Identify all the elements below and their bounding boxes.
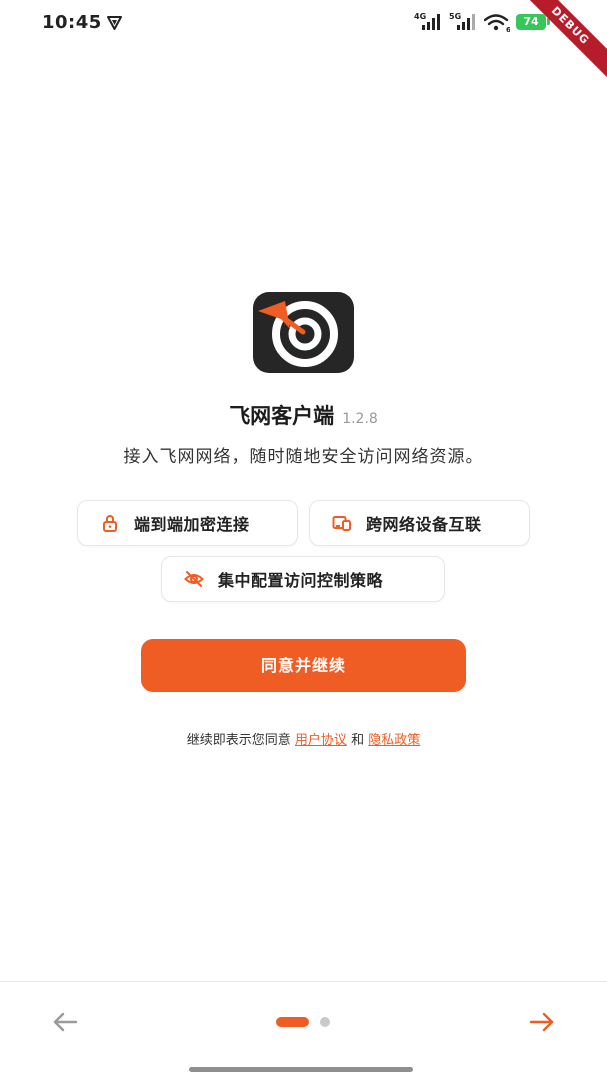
feature-label: 集中配置访问控制策略 [218,571,384,590]
home-indicator[interactable] [189,1067,413,1072]
wifi-icon: 6 [484,14,510,33]
terms-notice: 继续即表示您同意 用户协议 和 隐私政策 [0,729,607,748]
wifi-label: 6 [506,26,510,33]
title-row: 飞网客户端 1.2.8 [0,400,607,430]
feature-label: 跨网络设备互联 [366,515,482,534]
devices-icon [332,516,351,531]
eye-off-icon [184,571,204,587]
feature-chip-access-control: 集中配置访问控制策略 [161,556,445,602]
bottom-divider [0,981,607,982]
page-indicator-inactive[interactable] [320,1017,330,1027]
feature-chip-encryption: 端到端加密连接 [77,500,298,546]
app-subtitle: 接入飞网网络，随时随地安全访问网络资源。 [123,447,484,467]
forward-arrow-icon[interactable] [527,1008,557,1036]
debug-banner: DEBUG [509,0,607,87]
battery-indicator: 74 [516,14,546,30]
feature-label: 端到端加密连接 [134,515,250,534]
cellular-signal-4g-icon: 4G [414,12,444,32]
app-logo [253,292,354,373]
user-agreement-link[interactable]: 用户协议 [295,733,347,748]
page-indicator-active [276,1017,309,1027]
agree-continue-button[interactable]: 同意并继续 [141,639,466,692]
feature-chip-devices: 跨网络设备互联 [309,500,530,546]
vpn-shield-icon [107,16,122,30]
terms-prefix: 继续即表示您同意 [186,733,291,748]
cellular-signal-5g-icon: 5G [449,12,479,32]
status-bar: 10:45 4G 5G 6 74 DEBUG [0,0,607,87]
privacy-policy-link[interactable]: 隐私政策 [368,733,420,748]
terms-and: 和 [351,733,365,748]
target-arrow-icon [258,301,338,367]
app-version: 1.2.8 [342,411,378,427]
back-arrow-icon[interactable] [50,1008,80,1036]
lock-icon [103,515,117,532]
status-time: 10:45 [42,12,102,33]
app-name: 飞网客户端 [229,404,335,428]
